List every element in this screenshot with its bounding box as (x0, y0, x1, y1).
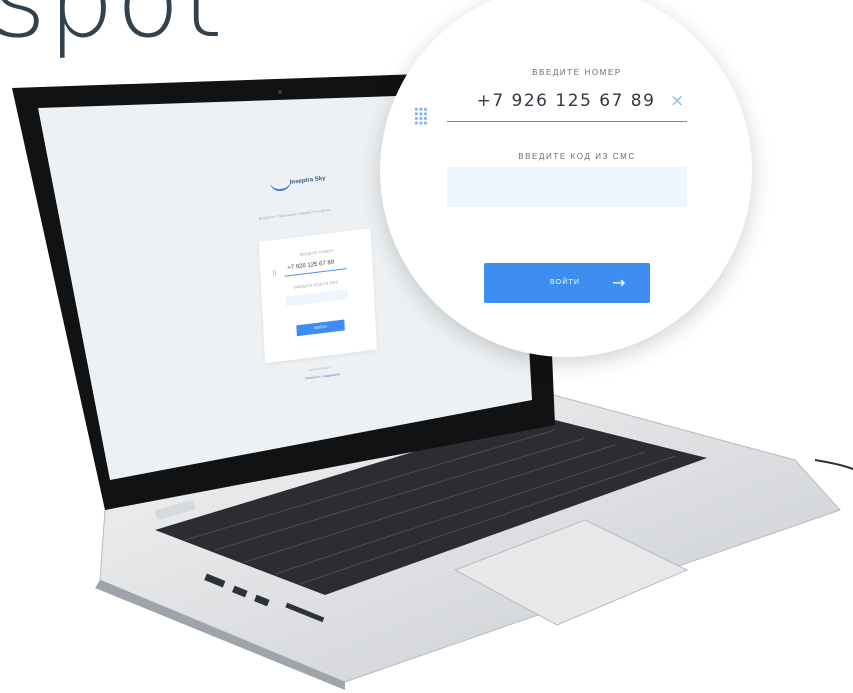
login-button[interactable]: ВОЙТИ → (484, 263, 650, 303)
sms-code-label: ВВЕДИТЕ КОД ИЗ СМС (518, 152, 636, 161)
screen-logo: Inseptra Sky (289, 175, 326, 186)
phone-input-underline (447, 121, 687, 122)
screen-footer-link[interactable]: Связаться с поддержкой (305, 372, 339, 380)
dialpad-icon[interactable] (414, 107, 428, 125)
screen-dialpad-icon (272, 269, 277, 277)
phone-label: ВВЕДИТЕ НОМЕР (532, 68, 622, 77)
screen-code-input[interactable] (285, 289, 349, 307)
arrow-right-icon: → (612, 273, 627, 292)
screen-login-button[interactable]: ВОЙТИ (296, 319, 345, 337)
clear-icon[interactable]: × (670, 91, 684, 111)
screen-phone-label: ВВЕДИТЕ НОМЕР (299, 248, 334, 257)
screen-code-label: ВВЕДИТЕ КОД ИЗ СМС (294, 280, 339, 290)
screen-tagline: Войдите с помощью номера телефона (258, 207, 331, 221)
sms-code-input[interactable] (447, 167, 687, 207)
screen-login-card: ВВЕДИТЕ НОМЕР +7 926 125 67 89 ВВЕДИТЕ К… (258, 228, 377, 364)
screen-footer-text: Нужна помощь? (308, 365, 332, 372)
magnifier-zoom: ВВЕДИТЕ НОМЕР +7 926 125 67 89 × ВВЕДИТЕ… (380, 0, 752, 357)
phone-input[interactable]: +7 926 125 67 89 (446, 91, 686, 111)
login-button-label: ВОЙТИ (550, 279, 581, 286)
headline-text: spot (0, 0, 225, 61)
